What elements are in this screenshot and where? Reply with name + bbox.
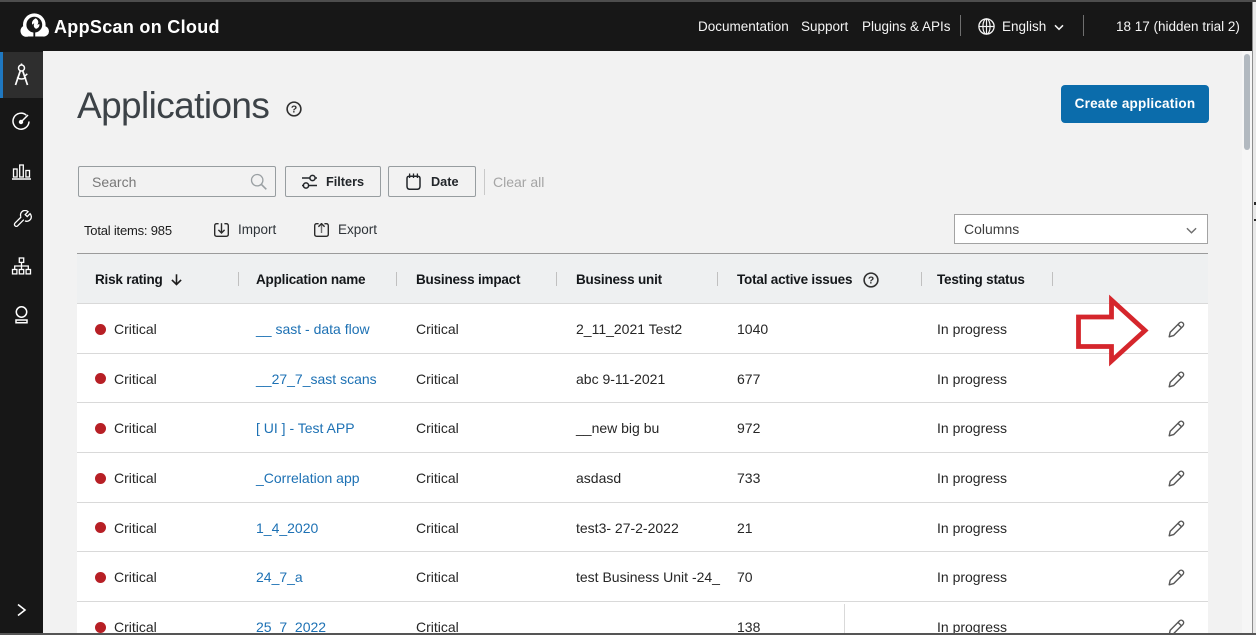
svg-text:?: ? (291, 104, 297, 115)
svg-text:?: ? (868, 275, 874, 286)
